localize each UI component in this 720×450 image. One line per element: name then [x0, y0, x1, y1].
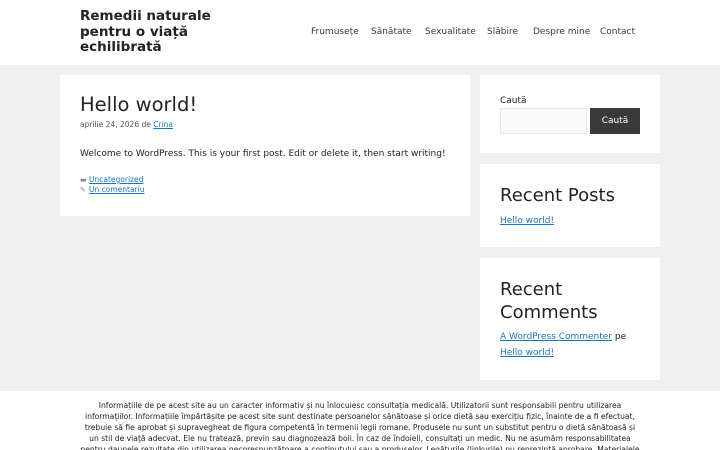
search-button[interactable]: Caută	[590, 108, 640, 134]
post-comments-row: ✎ Un comentariu	[80, 185, 144, 195]
post-category-row: ▬ Uncategorized	[80, 175, 143, 185]
footer-disclaimer: Informațiile de pe acest site au un cara…	[80, 401, 640, 450]
main-navigation: Frumusețe Sănătate Sexualitate Slăbire D…	[0, 26, 720, 40]
post-title[interactable]: Hello world!	[80, 94, 197, 116]
post-meta: aprilie 24, 2026 de Crina	[80, 120, 173, 130]
recent-posts-title: Recent Posts	[500, 185, 615, 206]
post-author-link[interactable]: Crina	[153, 120, 173, 129]
site-footer: Informațiile de pe acest site au un cara…	[0, 391, 720, 450]
comment-post-link[interactable]: Hello world!	[500, 347, 554, 359]
nav-item-frumusete[interactable]: Frumusețe	[311, 26, 359, 38]
post-date[interactable]: aprilie 24, 2026	[80, 120, 139, 129]
search-input[interactable]	[500, 108, 587, 134]
nav-item-slabire[interactable]: Slăbire	[487, 26, 518, 38]
comments-link[interactable]: Un comentariu	[89, 185, 144, 194]
post-by-label: de	[141, 120, 151, 129]
nav-item-contact[interactable]: Contact	[600, 26, 635, 38]
recent-post-link[interactable]: Hello world!	[500, 215, 554, 227]
comment-on-label: pe	[614, 332, 627, 342]
nav-item-sanatate[interactable]: Sănătate	[371, 26, 412, 38]
recent-posts-widget: Recent Posts Hello world!	[480, 164, 660, 247]
recent-comments-title: Recent Comments	[500, 279, 598, 323]
nav-item-despre-mine[interactable]: Despre mine	[533, 26, 590, 38]
search-widget: Caută Caută	[480, 75, 660, 153]
folder-icon: ▬	[80, 176, 87, 184]
post-content: Welcome to WordPress. This is your first…	[80, 149, 446, 159]
recent-comment-entry: A WordPress Commenter pe	[500, 331, 626, 343]
comment-icon: ✎	[80, 186, 86, 194]
search-label: Caută	[500, 96, 527, 106]
comment-author-link[interactable]: A WordPress Commenter	[500, 332, 612, 342]
site-header: Remedii naturale pentru o viață echilibr…	[0, 0, 720, 65]
recent-comments-widget: Recent Comments A WordPress Commenter pe…	[480, 258, 660, 380]
nav-item-sexualitate[interactable]: Sexualitate	[425, 26, 476, 38]
category-link[interactable]: Uncategorized	[89, 175, 143, 184]
post-card: Hello world! aprilie 24, 2026 de Crina W…	[60, 75, 470, 216]
